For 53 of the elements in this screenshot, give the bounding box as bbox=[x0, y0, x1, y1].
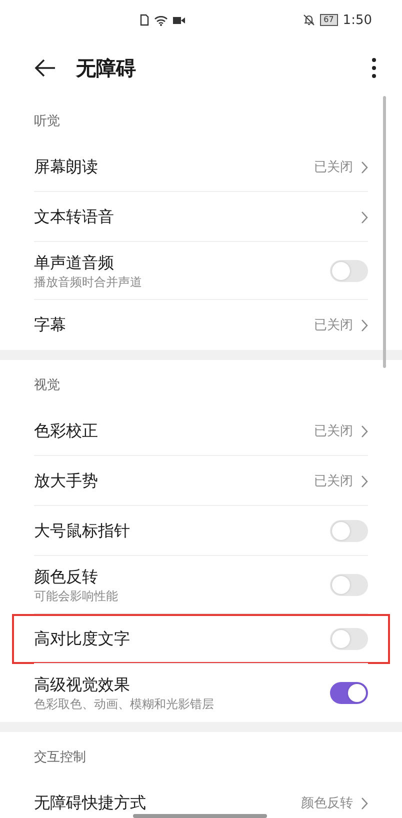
setting-row[interactable]: 文本转语音 bbox=[12, 192, 390, 242]
setting-row[interactable]: 颜色反转 可能会影响性能 bbox=[12, 556, 390, 614]
setting-description: 色彩取色、动画、模糊和光影错层 bbox=[34, 696, 215, 712]
setting-title: 色彩校正 bbox=[34, 421, 99, 441]
setting-row[interactable]: 大号鼠标指针 bbox=[12, 506, 390, 556]
setting-title: 高级视觉效果 bbox=[34, 674, 131, 694]
chevron-right-icon bbox=[361, 424, 368, 438]
toggle-switch[interactable] bbox=[330, 574, 368, 596]
section-label: 视觉 bbox=[34, 378, 60, 394]
setting-title: 高对比度文字 bbox=[34, 629, 131, 649]
toggle-switch[interactable] bbox=[330, 628, 368, 650]
setting-value: 已关闭 bbox=[314, 317, 353, 334]
section-label: 听觉 bbox=[34, 114, 60, 130]
highlighted-setting-row[interactable]: 高对比度文字 bbox=[12, 614, 390, 664]
setting-title: 字幕 bbox=[34, 315, 67, 335]
setting-value: 已关闭 bbox=[314, 473, 353, 490]
setting-description: 播放音频时合并声道 bbox=[34, 274, 143, 290]
sim-icon bbox=[140, 14, 149, 26]
setting-value: 已关闭 bbox=[314, 159, 353, 176]
wifi-icon bbox=[154, 14, 168, 26]
setting-row[interactable]: 放大手势 已关闭 bbox=[12, 456, 390, 506]
setting-row[interactable]: 无障碍快捷方式 颜色反转 bbox=[12, 778, 390, 818]
setting-title: 屏幕朗读 bbox=[34, 157, 99, 177]
setting-row[interactable]: 高级视觉效果 色彩取色、动画、模糊和光影错层 bbox=[12, 664, 390, 722]
toggle-switch[interactable] bbox=[330, 260, 368, 282]
setting-description: 可能会影响性能 bbox=[34, 588, 119, 604]
toggle-switch[interactable] bbox=[330, 682, 368, 704]
chevron-right-icon bbox=[361, 796, 368, 810]
clock-time: 1:50 bbox=[342, 12, 372, 28]
setting-title: 大号鼠标指针 bbox=[34, 521, 131, 541]
setting-title: 文本转语音 bbox=[34, 207, 115, 227]
setting-title: 单声道音频 bbox=[34, 252, 115, 272]
setting-title: 颜色反转 bbox=[34, 566, 99, 586]
chevron-right-icon bbox=[361, 210, 368, 224]
chevron-right-icon bbox=[361, 474, 368, 488]
setting-row[interactable]: 屏幕朗读 已关闭 bbox=[12, 142, 390, 192]
setting-title: 放大手势 bbox=[34, 471, 99, 491]
chevron-right-icon bbox=[361, 318, 368, 332]
section-label: 交互控制 bbox=[34, 750, 86, 766]
page-title: 无障碍 bbox=[76, 54, 136, 82]
setting-row[interactable]: 字幕 已关闭 bbox=[12, 300, 390, 350]
video-icon bbox=[173, 16, 185, 24]
setting-title: 无障碍快捷方式 bbox=[34, 793, 147, 813]
back-arrow-icon[interactable] bbox=[34, 59, 56, 77]
setting-row[interactable]: 色彩校正 已关闭 bbox=[12, 406, 390, 456]
setting-value: 已关闭 bbox=[314, 423, 353, 440]
battery-level: 67 bbox=[320, 14, 338, 26]
toggle-switch[interactable] bbox=[330, 520, 368, 542]
setting-value: 颜色反转 bbox=[301, 795, 353, 812]
bell-off-icon bbox=[302, 14, 315, 26]
more-options-icon[interactable] bbox=[372, 58, 376, 78]
chevron-right-icon bbox=[361, 160, 368, 174]
setting-row[interactable]: 单声道音频 播放音频时合并声道 bbox=[12, 242, 390, 300]
